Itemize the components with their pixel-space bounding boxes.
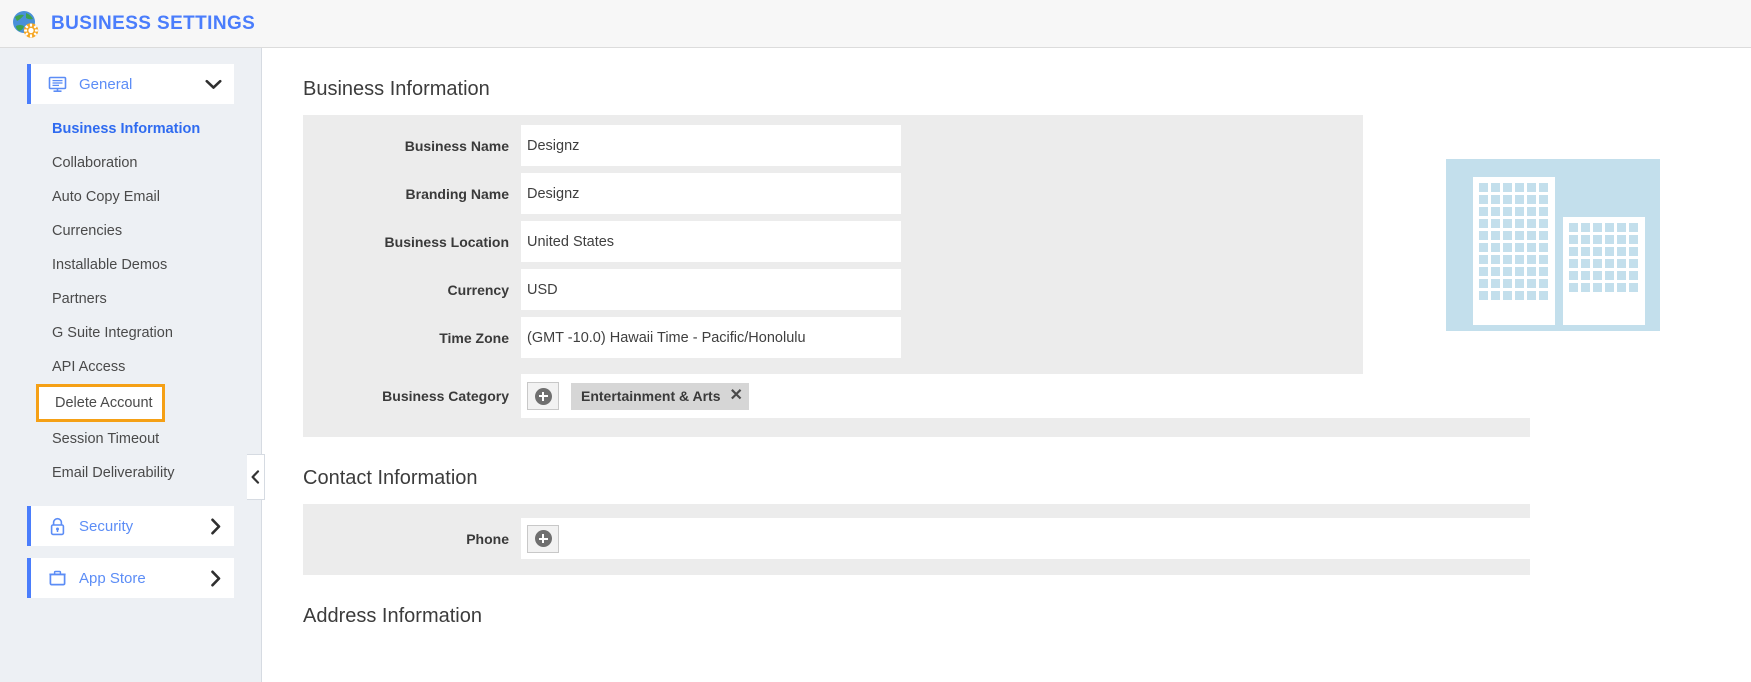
- category-tag: Entertainment & Arts ✕: [571, 383, 749, 410]
- sidebar-item-installable-demos[interactable]: Installable Demos: [0, 248, 261, 282]
- sidebar-group-security[interactable]: Security: [27, 506, 234, 546]
- label-business-name: Business Name: [303, 125, 521, 166]
- form-row-business-category: Business Category Entertainment & Arts ✕: [303, 374, 1530, 418]
- input-branding-name[interactable]: Designz: [521, 173, 901, 214]
- label-time-zone: Time Zone: [303, 317, 521, 358]
- section-title-business-information: Business Information: [303, 78, 1711, 101]
- category-tag-label: Entertainment & Arts: [581, 388, 721, 404]
- page-title: Business Settings: [51, 13, 255, 35]
- sidebar-item-label: Delete Account: [55, 395, 153, 411]
- form-row-branding-name: Branding Name Designz: [303, 173, 1530, 214]
- business-settings-app: Business Settings General: [0, 0, 1751, 682]
- sidebar-item-label: Installable Demos: [52, 257, 167, 273]
- sidebar-group-label-security: Security: [79, 518, 210, 535]
- form-row-business-location: Business Location United States: [303, 221, 1530, 262]
- label-currency: Currency: [303, 269, 521, 310]
- sidebar-item-currencies[interactable]: Currencies: [0, 214, 261, 248]
- sidebar-item-label: Email Deliverability: [52, 465, 174, 481]
- main-content: Business Information Business Name Desig…: [262, 48, 1751, 682]
- sidebar-item-g-suite-integration[interactable]: G Suite Integration: [0, 316, 261, 350]
- form-row-phone: Phone: [303, 518, 1530, 559]
- label-phone: Phone: [303, 518, 521, 559]
- sidebar-item-business-information[interactable]: Business Information: [0, 112, 261, 146]
- form-row-business-name: Business Name Designz: [303, 125, 1530, 166]
- illustration-canvas: [1446, 159, 1660, 331]
- label-branding-name: Branding Name: [303, 173, 521, 214]
- sidebar-item-delete-account[interactable]: Delete Account: [36, 384, 165, 422]
- label-business-category: Business Category: [303, 388, 521, 404]
- sidebar-group-app-store[interactable]: App Store: [27, 558, 234, 598]
- contact-information-panel: Phone: [303, 504, 1530, 575]
- sidebar-collapse-handle[interactable]: [247, 454, 265, 500]
- input-business-name[interactable]: Designz: [521, 125, 901, 166]
- building-tall: [1473, 177, 1555, 325]
- section-title-contact-information: Contact Information: [303, 467, 1711, 490]
- sidebar-item-label: Auto Copy Email: [52, 189, 160, 205]
- sidebar-group-general[interactable]: General: [27, 64, 234, 104]
- sidebar-item-partners[interactable]: Partners: [0, 282, 261, 316]
- top-bar: Business Settings: [0, 0, 1751, 48]
- sidebar-group-label-general: General: [79, 76, 205, 93]
- add-phone-button[interactable]: [527, 525, 559, 553]
- store-box-icon: [47, 569, 67, 587]
- sidebar-item-collaboration[interactable]: Collaboration: [0, 146, 261, 180]
- business-category-field[interactable]: Entertainment & Arts ✕: [521, 374, 1530, 418]
- form-row-time-zone: Time Zone (GMT -10.0) Hawaii Time - Paci…: [303, 317, 1530, 358]
- sidebar-group-label-app-store: App Store: [79, 570, 210, 587]
- input-business-location[interactable]: United States: [521, 221, 901, 262]
- monitor-icon: [47, 75, 67, 93]
- sidebar-item-api-access[interactable]: API Access: [0, 350, 261, 384]
- sidebar-item-label: Currencies: [52, 223, 122, 239]
- input-currency[interactable]: USD: [521, 269, 901, 310]
- sidebar-item-label: Partners: [52, 291, 107, 307]
- sidebar-item-label: Business Information: [52, 121, 200, 137]
- phone-field[interactable]: [521, 518, 1530, 559]
- office-buildings-illustration: [1363, 115, 1743, 375]
- label-business-location: Business Location: [303, 221, 521, 262]
- sidebar-submenu-general: Business Information Collaboration Auto …: [0, 112, 261, 490]
- form-row-currency: Currency USD: [303, 269, 1530, 310]
- chevron-left-icon: [251, 470, 260, 484]
- building-short: [1563, 217, 1645, 325]
- section-title-address-information: Address Information: [303, 605, 1711, 628]
- chevron-right-icon[interactable]: [210, 518, 222, 535]
- sidebar-item-label: G Suite Integration: [52, 325, 173, 341]
- sidebar-item-email-deliverability[interactable]: Email Deliverability: [0, 456, 261, 490]
- add-business-category-button[interactable]: [527, 382, 559, 410]
- sidebar-item-label: Collaboration: [52, 155, 137, 171]
- sidebar-item-label: API Access: [52, 359, 125, 375]
- sidebar-item-label: Session Timeout: [52, 431, 159, 447]
- plus-circle-icon: [535, 388, 552, 405]
- globe-gear-icon: [11, 10, 39, 38]
- input-time-zone[interactable]: (GMT -10.0) Hawaii Time - Pacific/Honolu…: [521, 317, 901, 358]
- chevron-down-icon[interactable]: [205, 79, 222, 90]
- business-information-panel: Business Name Designz Branding Name Desi…: [303, 115, 1530, 437]
- sidebar-item-session-timeout[interactable]: Session Timeout: [0, 422, 261, 456]
- chevron-right-icon[interactable]: [210, 570, 222, 587]
- sidebar-item-auto-copy-email[interactable]: Auto Copy Email: [0, 180, 261, 214]
- plus-circle-icon: [535, 530, 552, 547]
- sidebar: General Business Information Collaborati…: [0, 48, 262, 682]
- lock-icon: [47, 517, 67, 535]
- close-icon[interactable]: ✕: [730, 388, 743, 404]
